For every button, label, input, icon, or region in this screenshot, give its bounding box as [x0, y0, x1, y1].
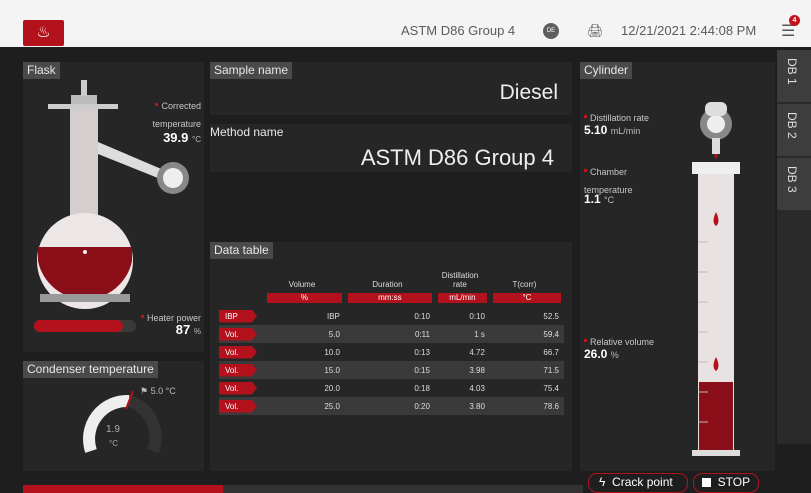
table-row: Vol. 25.0 0:20 3.80 78.6 [219, 397, 564, 415]
side-tabs: DB 1 DB 2 DB 3 [777, 50, 811, 444]
method-name-value: ASTM D86 Group 4 [360, 145, 554, 170]
unit-duration: mm:ss [347, 293, 432, 303]
heater-power-bar [34, 320, 136, 332]
flask-panel: Flask Corrected temperature 39.9 °C Heat… [23, 62, 204, 352]
sample-name-value: Diesel [499, 81, 558, 104]
table-row: Vol. 20.0 0:18 4.03 75.4 [219, 379, 564, 397]
corrected-temp-readout: 39.9 °C [163, 130, 201, 145]
sample-name-panel: Sample name Diesel [210, 62, 572, 115]
condenser-panel: Condenser temperature ⚑ 5.0 °C 1.9 °C [23, 361, 204, 471]
lightning-icon: ϟ [599, 475, 606, 489]
tab-db1[interactable]: DB 1 [777, 50, 811, 103]
sample-name-label: Sample name [210, 62, 293, 79]
condenser-setpoint: ⚑ 5.0 °C [140, 386, 176, 396]
data-table-title: Data table [210, 242, 273, 259]
table-row: IBP IBP 0:10 0:10 52.5 [219, 307, 564, 325]
flask-thermometer-icon[interactable]: ♨ [23, 20, 64, 46]
unit-volume: % [267, 293, 342, 303]
stop-button[interactable]: STOP [693, 473, 759, 493]
progress-bar [23, 485, 583, 493]
heater-power-fill [34, 320, 123, 332]
heater-power-readout: 87 % [175, 322, 201, 337]
col-tcorr: T(corr) [512, 280, 537, 289]
condenser-unit: °C [109, 439, 118, 448]
datetime: 12/21/2021 2:44:08 PM [621, 23, 757, 38]
progress-fill [23, 485, 223, 493]
table-row: Vol. 15.0 0:15 3.98 71.5 [219, 361, 564, 379]
top-bar: ♨ ASTM D86 Group 4 DE 🖨 12/21/2021 2:44:… [0, 0, 811, 47]
crack-point-button[interactable]: ϟ Crack point [588, 473, 688, 493]
col-volume: Volume [288, 280, 316, 289]
condenser-value: 1.9 [106, 424, 120, 435]
data-table: Volume Duration Distillation rate T(corr… [219, 263, 564, 415]
method-name-panel: Method name ASTM D86 Group 4 [210, 124, 572, 172]
notification-icon[interactable]: ☰ 4 [781, 15, 801, 41]
unit-tcorr: °C [492, 293, 561, 303]
tab-db3[interactable]: DB 3 [777, 158, 811, 211]
tab-db2[interactable]: DB 2 [777, 104, 811, 157]
table-row: Vol. 10.0 0:13 4.72 66.7 [219, 343, 564, 361]
table-row: Vol. 5.0 0:11 1 s 59.4 [219, 325, 564, 343]
language-badge[interactable]: DE [543, 23, 559, 39]
notification-count: 4 [789, 15, 800, 26]
col-rate: Distillation rate [441, 271, 479, 289]
condenser-gauge [83, 390, 162, 454]
stop-square-icon [702, 478, 711, 488]
cylinder-panel: Cylinder Distillation rate 5.10 mL/min C… [580, 62, 775, 471]
data-table-panel: Data table Volume Duration Distillation … [210, 242, 572, 471]
unit-rate: mL/min [437, 293, 487, 303]
corrected-temp-label: Corrected temperature [152, 101, 201, 129]
method-name-label: Method name [210, 125, 284, 139]
cylinder-illustration [692, 102, 740, 456]
col-duration: Duration [372, 280, 403, 289]
app-title: ASTM D86 Group 4 [401, 23, 516, 38]
printer-icon[interactable]: 🖨 [587, 23, 604, 38]
